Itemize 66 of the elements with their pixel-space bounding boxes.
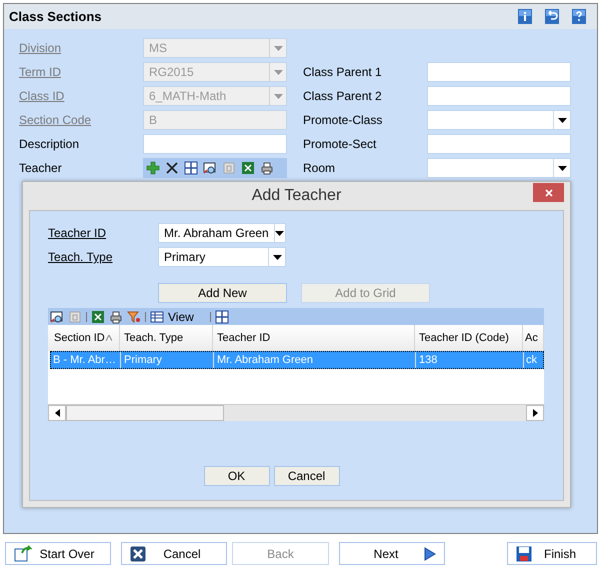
preview-icon[interactable] xyxy=(203,161,217,175)
text-field[interactable] xyxy=(427,134,571,154)
horizontal-scrollbar[interactable] xyxy=(48,404,544,421)
dropdown-field[interactable]: Primary xyxy=(158,247,286,267)
dropdown-arrow-icon xyxy=(272,254,282,260)
grid-icon[interactable] xyxy=(214,310,229,324)
field-label: Class Parent 1 xyxy=(303,64,383,81)
refresh-icon xyxy=(14,544,32,562)
save-icon xyxy=(516,546,532,562)
dialog-title: Add Teacher xyxy=(252,186,342,206)
spreadsheet-icon[interactable] xyxy=(91,310,105,324)
close-icon xyxy=(130,546,146,562)
table-cell: ck xyxy=(524,352,545,368)
dropdown-arrow-icon xyxy=(275,230,284,236)
dropdown-arrow-icon xyxy=(274,94,282,98)
field-label: Promote-Class xyxy=(303,112,384,129)
close-button[interactable] xyxy=(533,183,564,202)
button[interactable]: OK xyxy=(204,466,270,486)
dropdown-arrow-icon xyxy=(274,46,282,50)
table-cell: Primary xyxy=(121,352,214,368)
field-label: Class ID xyxy=(19,88,66,105)
field-label: Division xyxy=(19,40,62,57)
window-title: Class Sections xyxy=(9,8,102,26)
sort-ascending-icon xyxy=(106,335,112,341)
footer-button[interactable]: Next xyxy=(339,542,445,565)
dropdown-arrow-icon xyxy=(558,118,566,122)
dropdown-field[interactable] xyxy=(427,158,571,178)
field-label: Description xyxy=(19,136,80,153)
scroll-left-icon[interactable] xyxy=(54,409,60,417)
help-icon[interactable] xyxy=(572,9,586,24)
printer-icon[interactable] xyxy=(109,310,123,324)
footer-button[interactable]: Finish xyxy=(507,542,597,565)
dropdown-field[interactable] xyxy=(427,110,571,130)
info-icon[interactable] xyxy=(518,9,532,24)
dropdown-field[interactable]: Mr. Abraham Green xyxy=(158,223,286,243)
undo-icon[interactable] xyxy=(545,9,559,24)
footer-button[interactable]: Cancel xyxy=(121,542,227,565)
dropdown-arrow-icon xyxy=(274,70,282,74)
button[interactable]: Cancel xyxy=(274,466,340,486)
text-field[interactable] xyxy=(427,62,571,82)
field-label: Teacher ID xyxy=(48,225,108,242)
play-icon xyxy=(424,546,436,560)
dropdown-arrow-icon xyxy=(558,166,566,170)
table-cell: B - Mr. Abr… xyxy=(51,352,121,368)
field-label: Room xyxy=(303,160,336,177)
text-field[interactable] xyxy=(143,134,287,154)
preview-icon[interactable] xyxy=(50,310,64,324)
close-icon xyxy=(544,188,552,196)
footer-button[interactable]: Start Over xyxy=(5,542,111,565)
plus-icon[interactable] xyxy=(146,161,160,175)
field-label: Teacher xyxy=(19,160,63,177)
table-cell: Mr. Abraham Green xyxy=(214,352,416,368)
button[interactable]: Add New xyxy=(158,283,287,303)
text-field[interactable] xyxy=(427,86,571,106)
close-icon[interactable] xyxy=(165,161,179,175)
spreadsheet-icon[interactable] xyxy=(241,161,255,175)
field-label: Section Code xyxy=(19,112,92,129)
field-label: Term ID xyxy=(19,64,62,81)
scroll-right-icon[interactable] xyxy=(532,409,538,417)
grid-icon[interactable] xyxy=(184,161,198,175)
field-label: Promote-Sect xyxy=(303,136,378,153)
table-icon[interactable] xyxy=(150,310,164,324)
field-label: Teach. Type xyxy=(48,249,114,266)
table-cell: 138 xyxy=(416,352,524,368)
field-label: Class Parent 2 xyxy=(303,88,383,105)
printer-icon[interactable] xyxy=(260,161,274,175)
